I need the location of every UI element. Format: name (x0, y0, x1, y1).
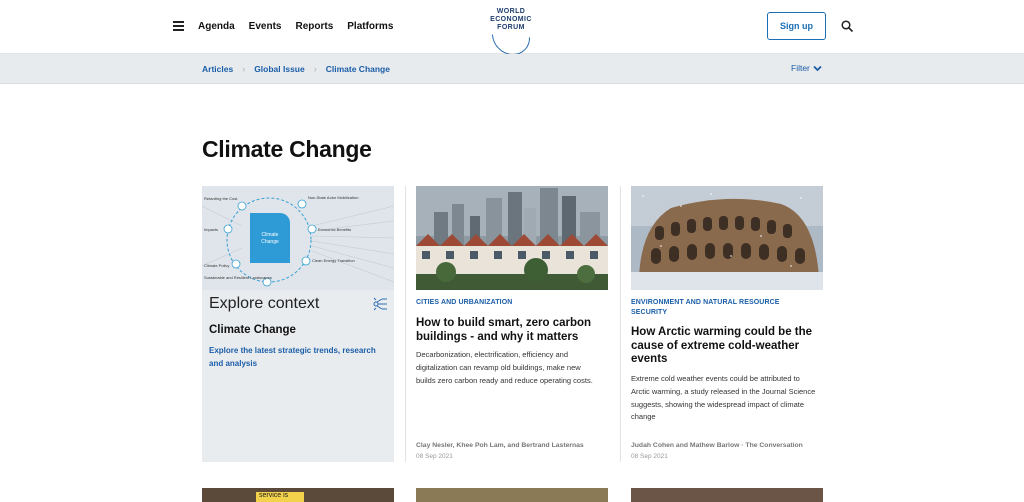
wef-logo[interactable]: WORLD ECONOMIC FORUM (478, 8, 544, 63)
filter-toggle[interactable]: Filter (791, 63, 822, 73)
article-thumbnail[interactable] (416, 488, 608, 502)
breadcrumb-articles[interactable]: Articles (202, 64, 233, 74)
card-divider (620, 186, 621, 462)
breadcrumb-bar: Articles › Global Issue › Climate Change… (0, 54, 1024, 84)
article-date: 08 Sep 2021 (631, 453, 668, 460)
article-card[interactable]: ENVIRONMENT AND NATURAL RESOURCE SECURIT… (631, 186, 823, 462)
site-header: Agenda Events Reports Platforms WORLD EC… (0, 0, 1024, 63)
filter-label: Filter (791, 63, 810, 73)
diagram-center-label: Change (261, 239, 279, 245)
article-date: 08 Sep 2021 (416, 453, 453, 460)
main-nav: Agenda Events Reports Platforms (198, 21, 393, 32)
explore-context-label: Explore context (209, 295, 320, 312)
network-icon (373, 297, 387, 311)
article-card[interactable]: CITIES AND URBANIZATION How to build sma… (416, 186, 608, 462)
sign-up-button[interactable]: Sign up (767, 12, 826, 40)
context-diagram: Climate Change Retarding the Cost Non-St… (202, 186, 394, 290)
chevron-right-icon: › (242, 64, 246, 74)
diagram-node-label: Impacts (204, 227, 218, 232)
diagram-node-label: Clean Energy Transition (312, 258, 355, 263)
search-icon[interactable] (841, 20, 853, 32)
diagram-node-dot (223, 224, 233, 234)
breadcrumb-climate-change[interactable]: Climate Change (326, 64, 390, 74)
diagram-node-label: Retarding the Cost (204, 196, 238, 201)
article-title[interactable]: How Arctic warming could be the cause of… (631, 326, 819, 367)
article-title[interactable]: How to build smart, zero carbon building… (416, 317, 604, 344)
article-image-buildings (416, 186, 608, 290)
diagram-node-dot (301, 256, 311, 266)
logo-line: WORLD (496, 8, 526, 15)
article-thumbnail[interactable]: service is (202, 488, 394, 502)
article-category[interactable]: ENVIRONMENT AND NATURAL RESOURCE SECURIT… (631, 298, 816, 318)
breadcrumb: Articles › Global Issue › Climate Change (202, 64, 390, 74)
nav-platforms[interactable]: Platforms (347, 21, 393, 32)
diagram-node-label: Climate Policy (204, 263, 229, 268)
menu-icon[interactable] (173, 21, 184, 31)
context-card-link[interactable]: Explore the latest strategic trends, res… (209, 345, 379, 370)
article-category[interactable]: CITIES AND URBANIZATION (416, 298, 601, 308)
diagram-node-label: Non-State Actor Mobilization (308, 195, 358, 200)
article-image-colosseum (631, 186, 823, 290)
page-title: Climate Change (202, 136, 372, 162)
diagram-center-label: Climate (262, 232, 279, 238)
nav-events[interactable]: Events (249, 21, 282, 32)
card-divider (405, 186, 406, 462)
explore-context-card[interactable]: Climate Change Retarding the Cost Non-St… (202, 186, 394, 462)
breadcrumb-global-issue[interactable]: Global Issue (254, 64, 305, 74)
nav-agenda[interactable]: Agenda (198, 21, 235, 32)
diagram-node-dot (231, 259, 241, 269)
context-card-heading: Climate Change (209, 324, 296, 336)
thumbnail-caption: service is (256, 492, 304, 502)
diagram-node-dot (237, 201, 247, 211)
chevron-right-icon: › (313, 64, 317, 74)
diagram-node-label: Sustainable and Resilient Landscapes (204, 275, 272, 280)
article-description: Decarbonization, electrification, effici… (416, 350, 593, 385)
context-map-graphic: Climate Change Retarding the Cost Non-St… (202, 186, 394, 290)
article-thumbnail[interactable] (631, 488, 823, 502)
article-byline: Judah Cohen and Mathew Barlow · The Conv… (631, 442, 803, 449)
chevron-down-icon (813, 65, 822, 71)
diagram-node-dot (307, 224, 317, 234)
article-description: Extreme cold weather events could be att… (631, 374, 816, 422)
article-byline: Clay Nesler, Khee Poh Lam, and Bertrand … (416, 442, 584, 449)
diagram-node-dot (297, 199, 307, 209)
nav-reports[interactable]: Reports (295, 21, 333, 32)
diagram-node-label: Economic Benefits (318, 227, 351, 232)
